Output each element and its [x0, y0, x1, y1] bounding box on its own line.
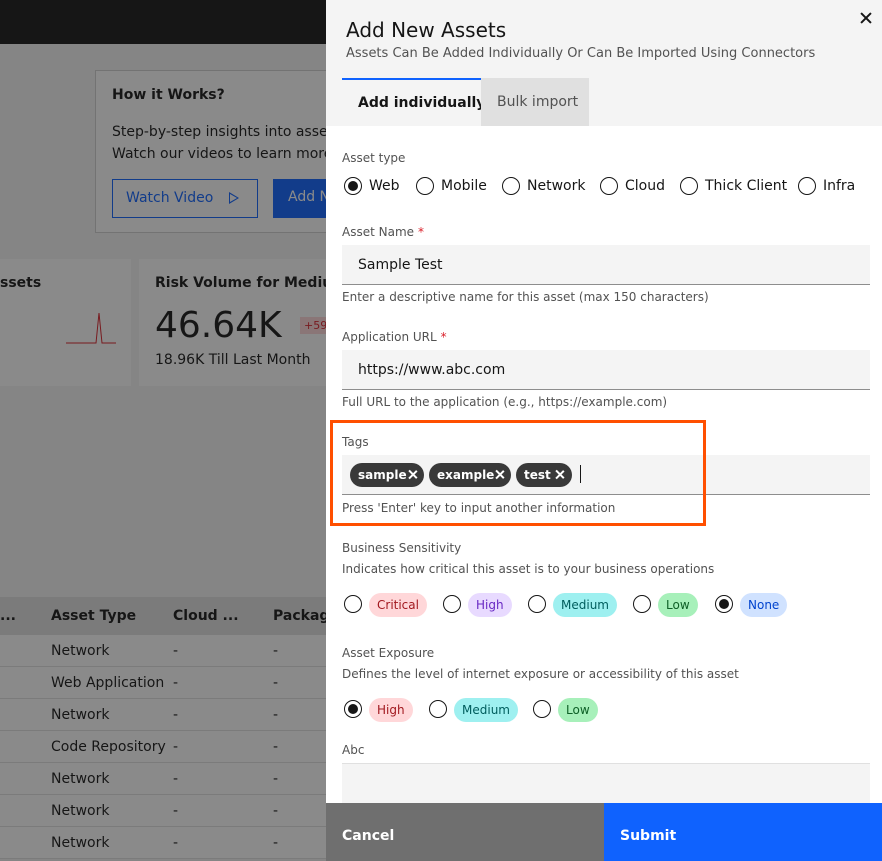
sensitivity-radio-critical[interactable] [344, 595, 362, 613]
exposure-helper: Defines the level of internet exposure o… [342, 667, 739, 681]
app-url-label: Application URL * [342, 330, 447, 344]
panel-subtitle: Assets Can Be Added Individually Or Can … [346, 46, 816, 61]
asset-name-input[interactable]: Sample Test [342, 245, 870, 285]
cancel-button[interactable]: Cancel [326, 803, 604, 861]
submit-button[interactable]: Submit [604, 803, 882, 861]
tab-bulk-import[interactable]: Bulk import [481, 78, 589, 126]
asset-type-mobile-label[interactable]: Mobile [441, 178, 487, 194]
sensitivity-radio-high[interactable] [443, 595, 461, 613]
abc-label: Abc [342, 743, 365, 757]
asset-type-infra-label[interactable]: Infra [823, 178, 855, 194]
asset-type-radio-network[interactable] [502, 177, 520, 195]
exposure-high-pill[interactable]: High [369, 698, 413, 722]
app-url-input[interactable]: https://www.abc.com [342, 350, 870, 390]
abc-input[interactable] [342, 763, 870, 803]
sensitivity-radio-none[interactable] [715, 595, 733, 613]
exposure-radio-medium[interactable] [429, 700, 447, 718]
tab-add-individually[interactable]: Add individually [342, 78, 485, 126]
exposure-radio-low[interactable] [533, 700, 551, 718]
asset-form: Asset type Web Mobile Network Cloud Thic… [326, 126, 882, 803]
sensitivity-high-pill[interactable]: High [468, 593, 512, 617]
sensitivity-radio-low[interactable] [633, 595, 651, 613]
required-marker: * [440, 330, 447, 344]
exposure-radio-high[interactable] [344, 700, 362, 718]
asset-type-radio-cloud[interactable] [600, 177, 618, 195]
sensitivity-radio-medium[interactable] [528, 595, 546, 613]
app-url-helper: Full URL to the application (e.g., https… [342, 395, 668, 409]
asset-type-label: Asset type [342, 151, 406, 165]
close-icon[interactable] [859, 11, 873, 25]
sensitivity-none-pill[interactable]: None [740, 593, 788, 617]
required-marker: * [418, 225, 425, 239]
sensitivity-label: Business Sensitivity [342, 541, 462, 555]
exposure-medium-pill[interactable]: Medium [454, 698, 518, 722]
sensitivity-helper: Indicates how critical this asset is to … [342, 562, 715, 576]
asset-name-helper: Enter a descriptive name for this asset … [342, 290, 709, 304]
asset-type-radio-infra[interactable] [798, 177, 816, 195]
sensitivity-medium-pill[interactable]: Medium [553, 593, 617, 617]
app-url-label-text: Application URL [342, 330, 437, 344]
asset-type-web-label[interactable]: Web [369, 178, 400, 194]
asset-type-radio-thick-client[interactable] [680, 177, 698, 195]
highlight-box [330, 420, 706, 526]
add-asset-panel: Add New Assets Assets Can Be Added Indiv… [326, 0, 882, 861]
sensitivity-low-pill[interactable]: Low [658, 593, 698, 617]
panel-title: Add New Assets [346, 18, 507, 42]
panel-footer: Cancel Submit [326, 803, 882, 861]
asset-type-cloud-label[interactable]: Cloud [625, 178, 665, 194]
exposure-label: Asset Exposure [342, 646, 435, 660]
asset-name-label-text: Asset Name [342, 225, 415, 239]
asset-type-network-label[interactable]: Network [527, 178, 585, 194]
sensitivity-critical-pill[interactable]: Critical [369, 593, 427, 617]
asset-type-radio-web[interactable] [344, 177, 362, 195]
exposure-low-pill[interactable]: Low [558, 698, 598, 722]
asset-name-label: Asset Name * [342, 225, 424, 239]
asset-type-radio-mobile[interactable] [416, 177, 434, 195]
asset-type-thick-client-label[interactable]: Thick Client [705, 178, 787, 194]
